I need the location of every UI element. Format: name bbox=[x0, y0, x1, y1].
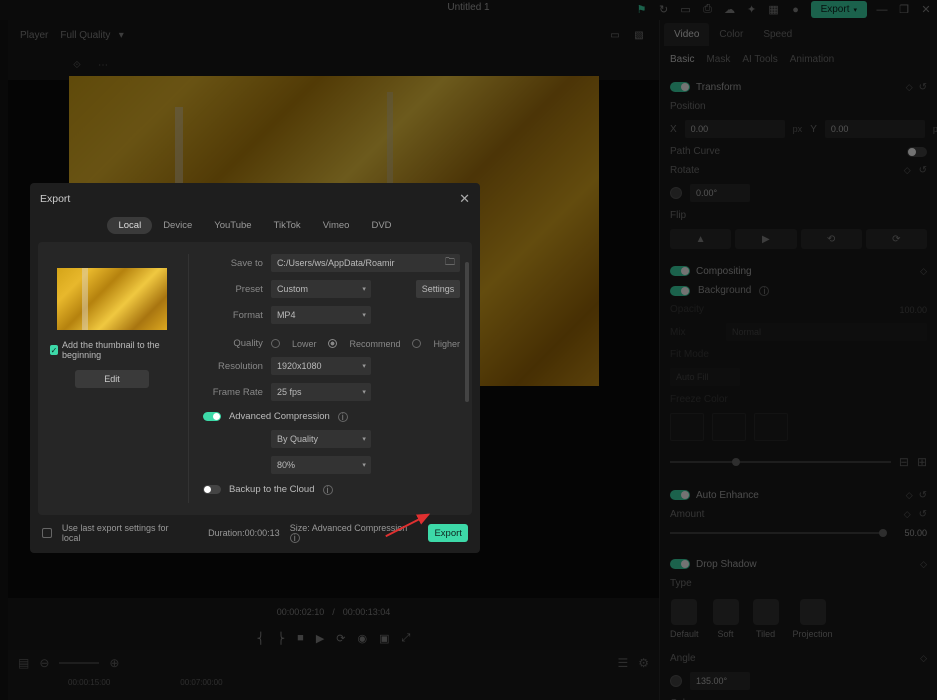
uselast-checkbox[interactable] bbox=[42, 528, 52, 538]
thumbnail-preview bbox=[57, 268, 167, 330]
quality-recommend-radio[interactable] bbox=[328, 339, 337, 348]
tab-local[interactable]: Local bbox=[107, 217, 152, 234]
tab-youtube[interactable]: YouTube bbox=[203, 217, 262, 234]
duration-info: Duration:00:00:13 bbox=[208, 528, 280, 538]
format-dropdown[interactable]: MP4▾ bbox=[271, 306, 371, 324]
quality-higher-radio[interactable] bbox=[412, 339, 421, 348]
framerate-dropdown[interactable]: 25 fps▾ bbox=[271, 383, 371, 401]
edit-button[interactable]: Edit bbox=[75, 370, 149, 388]
resolution-dropdown[interactable]: 1920x1080▾ bbox=[271, 357, 371, 375]
uselast-label: Use last export settings for local bbox=[62, 523, 188, 543]
form-scrollbar[interactable] bbox=[465, 262, 469, 462]
export-dialog: Export ✕ Local Device YouTube TikTok Vim… bbox=[30, 183, 480, 553]
preset-label: Preset bbox=[203, 284, 263, 295]
folder-icon[interactable]: 🗀 bbox=[445, 255, 455, 272]
preset-dropdown[interactable]: Custom▾ bbox=[271, 280, 371, 298]
settings-button[interactable]: Settings bbox=[416, 280, 460, 298]
adv-mode-dropdown[interactable]: By Quality▾ bbox=[271, 430, 371, 448]
size-info: Size: Advanced Compression i bbox=[290, 523, 419, 543]
quality-lower-radio[interactable] bbox=[271, 339, 280, 348]
backup-label: Backup to the Cloud bbox=[229, 484, 315, 495]
saveto-label: Save to bbox=[203, 258, 263, 269]
thumbnail-check-label: Add the thumbnail to the beginning bbox=[62, 340, 174, 360]
tab-tiktok[interactable]: TikTok bbox=[263, 217, 312, 234]
quality-label: Quality bbox=[203, 338, 263, 349]
export-tabs: Local Device YouTube TikTok Vimeo DVD bbox=[30, 215, 480, 242]
saveto-input[interactable]: C:/Users/ws/AppData/Roamir🗀 bbox=[271, 254, 460, 272]
info-icon[interactable]: i bbox=[290, 533, 300, 543]
tab-dvd[interactable]: DVD bbox=[360, 217, 402, 234]
export-form: Save to C:/Users/ws/AppData/Roamir🗀 Pres… bbox=[188, 254, 460, 503]
adv-pct-dropdown[interactable]: 80%▾ bbox=[271, 456, 371, 474]
info-icon[interactable]: i bbox=[323, 485, 333, 495]
advcompression-toggle[interactable] bbox=[203, 412, 221, 421]
dialog-title: Export bbox=[40, 193, 70, 205]
close-icon[interactable]: ✕ bbox=[459, 191, 470, 207]
thumbnail-checkbox[interactable]: ✓ bbox=[50, 345, 58, 355]
export-confirm-button[interactable]: Export bbox=[428, 524, 468, 542]
framerate-label: Frame Rate bbox=[203, 387, 263, 398]
format-label: Format bbox=[203, 310, 263, 321]
backup-toggle[interactable] bbox=[203, 485, 221, 494]
resolution-label: Resolution bbox=[203, 361, 263, 372]
tab-device[interactable]: Device bbox=[152, 217, 203, 234]
info-icon[interactable]: i bbox=[338, 412, 348, 422]
advcompression-label: Advanced Compression bbox=[229, 411, 330, 422]
tab-vimeo[interactable]: Vimeo bbox=[312, 217, 361, 234]
modal-overlay: Export ✕ Local Device YouTube TikTok Vim… bbox=[0, 0, 937, 700]
thumbnail-pane: ✓ Add the thumbnail to the beginning Edi… bbox=[50, 254, 174, 503]
